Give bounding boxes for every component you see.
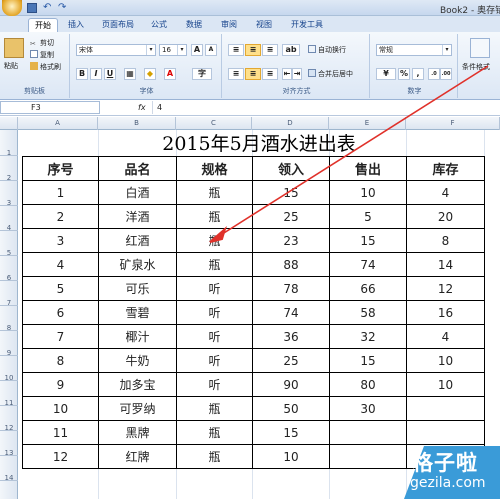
watermark-url: gezila.com	[410, 475, 486, 491]
watermark-text: 格子啦	[412, 451, 478, 475]
annotation-arrow	[209, 65, 489, 243]
